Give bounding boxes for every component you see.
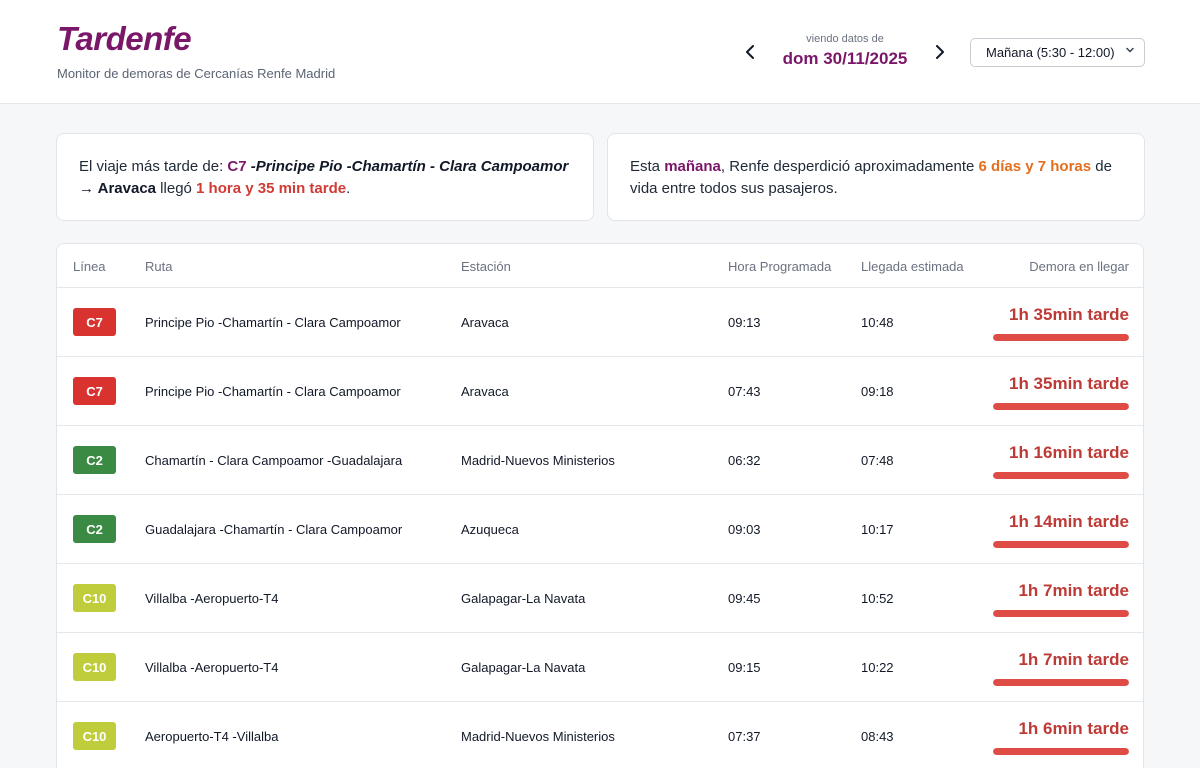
wasted-period: mañana xyxy=(664,158,721,175)
delay-bar-fill xyxy=(993,403,1129,410)
chevron-down-icon xyxy=(1125,45,1135,58)
delay-bar xyxy=(993,472,1129,479)
estimated-time-cell: 10:17 xyxy=(861,522,894,537)
route-cell: Villalba -Aeropuerto-T4 xyxy=(145,660,279,675)
station-cell: Galapagar-La Navata xyxy=(461,660,586,675)
estimated-time-cell: 07:48 xyxy=(861,453,894,468)
estimated-time-cell: 10:22 xyxy=(861,660,894,675)
latest-route: -Principe Pio -Chamartín - Clara Campoam… xyxy=(246,158,569,175)
latest-middle: llegó xyxy=(156,180,197,197)
line-badge: C10 xyxy=(73,653,116,681)
delay-bar-fill xyxy=(993,679,1129,686)
header-station: Estación xyxy=(461,259,511,274)
date-caption: viendo datos de xyxy=(806,33,884,45)
station-cell: Madrid-Nuevos Ministerios xyxy=(461,453,615,468)
latest-line: C7 xyxy=(227,158,247,175)
table-row: C10 Villalba -Aeropuerto-T4 Galapagar-La N… xyxy=(57,564,1143,633)
header-estimated: Llegada estimada xyxy=(861,259,964,274)
period-select[interactable]: Mañana (5:30 - 12:00) xyxy=(970,38,1145,67)
period-select-value: Mañana (5:30 - 12:00) xyxy=(986,45,1115,60)
current-date: dom 30/11/2025 xyxy=(782,49,908,68)
latest-suffix: . xyxy=(346,180,351,197)
route-cell: Villalba -Aeropuerto-T4 xyxy=(145,591,279,606)
delay-bar xyxy=(993,679,1129,686)
estimated-time-cell: 10:52 xyxy=(861,591,894,606)
delay-bar-fill xyxy=(993,610,1129,617)
delay-text: 1h 16min tarde xyxy=(1009,443,1129,462)
wasted-middle: , Renfe desperdició aproximadamente xyxy=(720,158,979,175)
delay-bar-fill xyxy=(993,472,1129,479)
delay-bar xyxy=(993,541,1129,548)
estimated-time-cell: 09:18 xyxy=(861,384,894,399)
route-cell: Guadalajara -Chamartín - Clara Campoamor xyxy=(145,522,403,537)
scheduled-time-cell: 07:37 xyxy=(728,729,761,744)
delays-table: Línea Ruta Estación Hora Programada Lleg… xyxy=(56,243,1144,768)
wasted-amount: 6 días y 7 horas xyxy=(978,158,1092,175)
delay-text: 1h 14min tarde xyxy=(1009,512,1129,531)
wasted-prefix: Esta xyxy=(630,158,665,175)
table-header: Línea Ruta Estación Hora Programada Lleg… xyxy=(57,244,1143,288)
header-route: Ruta xyxy=(145,259,173,274)
table-row: C2 Chamartín - Clara Campoamor -Guadalaja… xyxy=(57,426,1143,495)
latest-arrow: → xyxy=(79,180,98,197)
route-cell: Aeropuerto-T4 -Villalba xyxy=(145,729,279,744)
scheduled-time-cell: 06:32 xyxy=(728,453,761,468)
route-cell: Principe Pio -Chamartín - Clara Campoamo… xyxy=(145,384,401,399)
latest-prefix: El viaje más tarde de: xyxy=(79,158,228,175)
station-cell: Madrid-Nuevos Ministerios xyxy=(461,729,615,744)
header-delay: Demora en llegar xyxy=(1029,259,1129,274)
latest-delay: 1 hora y 35 min tarde xyxy=(196,180,347,197)
app-header: Tardenfe Monitor de demoras de Cercanías… xyxy=(0,0,1200,104)
delay-text: 1h 6min tarde xyxy=(1018,719,1129,738)
delay-bar xyxy=(993,334,1129,341)
chevron-right-icon[interactable] xyxy=(928,40,952,64)
delay-bar xyxy=(993,610,1129,617)
header-scheduled: Hora Programada xyxy=(728,259,832,274)
delay-text: 1h 7min tarde xyxy=(1018,581,1129,600)
app-subtitle: Monitor de demoras de Cercanías Renfe Ma… xyxy=(57,66,336,81)
table-row: C7 Principe Pio -Chamartín - Clara Campoa… xyxy=(57,288,1143,357)
table-row: C10 Aeropuerto-T4 -Villalba Madrid-Nuevos … xyxy=(57,702,1143,768)
estimated-time-cell: 08:43 xyxy=(861,729,894,744)
header-line: Línea xyxy=(73,259,106,274)
delay-text: 1h 35min tarde xyxy=(1009,374,1129,393)
estimated-time-cell: 10:48 xyxy=(861,315,894,330)
delay-bar xyxy=(993,748,1129,755)
route-cell: Principe Pio -Chamartín - Clara Campoamo… xyxy=(145,315,401,330)
latest-trip-card: El viaje más tarde de: C7 -Principe Pio … xyxy=(56,133,594,221)
line-badge: C7 xyxy=(73,308,116,336)
line-badge: C10 xyxy=(73,722,116,750)
station-cell: Aravaca xyxy=(461,384,509,399)
scheduled-time-cell: 09:15 xyxy=(728,660,761,675)
table-row: C7 Principe Pio -Chamartín - Clara Campoa… xyxy=(57,357,1143,426)
table-row: C2 Guadalajara -Chamartín - Clara Campoam… xyxy=(57,495,1143,564)
latest-station: Aravaca xyxy=(97,180,157,197)
line-badge: C2 xyxy=(73,446,116,474)
route-cell: Chamartín - Clara Campoamor -Guadalajara xyxy=(145,453,403,468)
line-badge: C10 xyxy=(73,584,116,612)
delay-text: 1h 35min tarde xyxy=(1009,305,1129,324)
chevron-left-icon[interactable] xyxy=(738,40,762,64)
delay-bar-fill xyxy=(993,748,1129,755)
table-row: C10 Villalba -Aeropuerto-T4 Galapagar-La N… xyxy=(57,633,1143,702)
scheduled-time-cell: 09:45 xyxy=(728,591,761,606)
delay-bar xyxy=(993,403,1129,410)
scheduled-time-cell: 09:03 xyxy=(728,522,761,537)
line-badge: C7 xyxy=(73,377,116,405)
scheduled-time-cell: 09:13 xyxy=(728,315,761,330)
station-cell: Galapagar-La Navata xyxy=(461,591,586,606)
line-badge: C2 xyxy=(73,515,116,543)
delay-text: 1h 7min tarde xyxy=(1018,650,1129,669)
station-cell: Aravaca xyxy=(461,315,509,330)
scheduled-time-cell: 07:43 xyxy=(728,384,761,399)
wasted-time-card: Esta mañana, Renfe desperdició aproximad… xyxy=(607,133,1145,221)
delay-bar-fill xyxy=(993,334,1129,341)
station-cell: Azuqueca xyxy=(461,522,519,537)
delay-bar-fill xyxy=(993,541,1129,548)
app-title: Tardenfe xyxy=(57,20,192,57)
